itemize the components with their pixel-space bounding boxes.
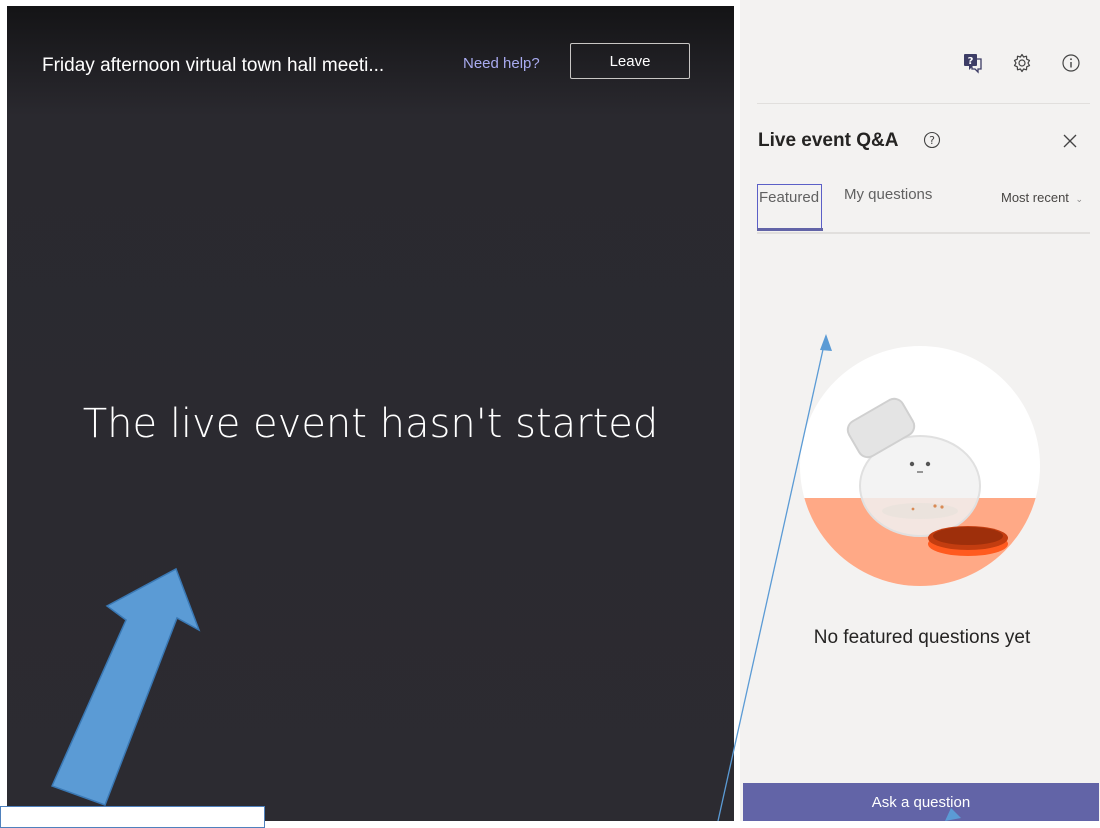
annotation-callout-box [0,806,265,828]
sort-dropdown[interactable]: Most recent ⌄ [1001,190,1083,205]
help-circle-icon[interactable]: ? [923,131,941,149]
ask-question-button[interactable]: Ask a question [743,783,1099,821]
event-status-message: The live event hasn't started [82,401,659,447]
qa-title: Live event Q&A [758,130,899,151]
tab-featured-label: Featured [759,189,820,206]
chevron-down-icon: ⌄ [1075,194,1084,204]
panel-divider [757,103,1090,104]
sort-label: Most recent [1001,190,1069,205]
svg-text:?: ? [968,56,974,67]
need-help-link[interactable]: Need help? [463,55,540,72]
info-icon[interactable] [1060,52,1082,74]
tab-my-questions[interactable]: My questions [844,186,932,203]
empty-jar-illustration [800,346,1040,586]
svg-text:?: ? [929,134,935,147]
tab-featured[interactable]: Featured [757,184,822,230]
tab-selected-indicator [757,228,823,231]
empty-state-message: No featured questions yet [813,627,1031,648]
event-title: Friday afternoon virtual town hall meeti… [42,55,385,76]
qa-icon[interactable]: ? [961,52,983,74]
leave-button[interactable]: Leave [570,43,690,79]
tab-separator [757,232,1090,234]
video-stage: Friday afternoon virtual town hall meeti… [7,6,734,821]
gear-icon[interactable] [1011,52,1033,74]
close-icon[interactable] [1060,131,1080,151]
